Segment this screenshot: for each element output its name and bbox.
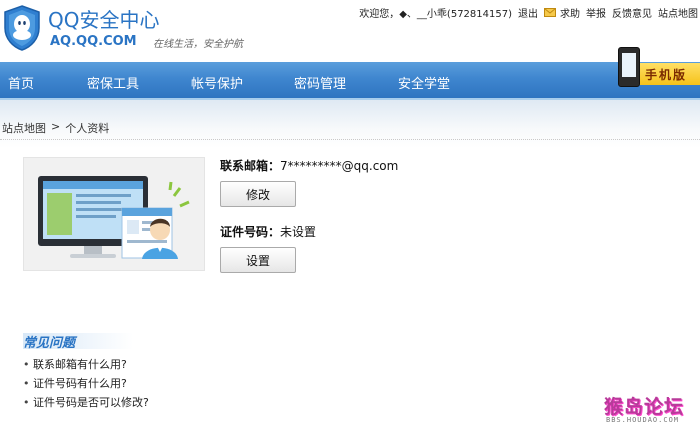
phone-icon — [618, 47, 640, 87]
nav-item-home[interactable]: 首页 — [8, 73, 34, 92]
mobile-version-badge[interactable]: 手机版 — [605, 47, 700, 87]
id-label: 证件号码： — [220, 225, 281, 239]
faq-item-email-usage[interactable]: 联系邮箱有什么用? — [23, 358, 149, 377]
email-field-label: 联系邮箱：7*********@qq.com — [220, 157, 398, 174]
breadcrumb-divider — [0, 139, 700, 140]
user-greeting: 欢迎您，◆、__小乖(572814157) — [359, 8, 512, 20]
site-header: QQ安全中心 AQ.QQ.COM 在线生活，安全护航 欢迎您，◆、__小乖(57… — [0, 0, 700, 62]
profile-illustration — [23, 157, 205, 271]
mail-icon[interactable] — [544, 7, 556, 17]
watermark-text: 猴岛论坛 — [604, 396, 685, 418]
sitemap-link[interactable]: 站点地图 — [658, 5, 698, 20]
watermark-url: BBS.HOUDAO.COM — [606, 416, 680, 424]
feedback-link[interactable]: 反馈意见 — [612, 5, 652, 20]
breadcrumb: 站点地图 > 个人资料 — [2, 120, 114, 136]
site-slogan: 在线生活，安全护航 — [153, 39, 243, 50]
nav-item-account-protection[interactable]: 帐号保护 — [191, 73, 243, 92]
main-nav: 首页 密保工具 帐号保护 密码管理 安全学堂 — [0, 62, 700, 100]
report-link[interactable]: 举报 — [586, 5, 606, 20]
nav-item-password-management[interactable]: 密码管理 — [294, 73, 346, 92]
faq-item-id-usage[interactable]: 证件号码有什么用? — [23, 377, 149, 396]
nav-item-security-tools[interactable]: 密保工具 — [87, 73, 139, 92]
email-value: 7*********@qq.com — [280, 159, 399, 173]
nav-item-security-academy[interactable]: 安全学堂 — [398, 73, 450, 92]
faq-item-id-modifiable[interactable]: 证件号码是否可以修改? — [23, 396, 149, 415]
qq-shield-logo-icon[interactable] — [2, 4, 42, 52]
logout-link[interactable]: 退出 — [518, 5, 538, 20]
breadcrumb-current: 个人资料 — [65, 122, 110, 135]
mobile-version-label: 手机版 — [645, 68, 688, 82]
id-field-label: 证件号码：未设置 — [220, 223, 316, 240]
breadcrumb-separator: > — [51, 120, 61, 133]
top-user-bar: 欢迎您，◆、__小乖(572814157) 退出 求助 举报 反馈意见 站点地图 — [359, 5, 700, 20]
set-id-button[interactable]: 设置 — [220, 247, 296, 273]
faq-title: 常见问题 — [23, 336, 76, 351]
site-title[interactable]: QQ安全中心 — [48, 4, 159, 33]
modify-email-button[interactable]: 修改 — [220, 181, 296, 207]
faq-list: 联系邮箱有什么用? 证件号码有什么用? 证件号码是否可以修改? — [23, 358, 149, 415]
email-label: 联系邮箱： — [220, 159, 281, 173]
site-domain: AQ.QQ.COM — [50, 34, 137, 49]
forum-watermark: 猴岛论坛 BBS.HOUDAO.COM — [604, 392, 696, 428]
help-link[interactable]: 求助 — [560, 5, 580, 20]
breadcrumb-sitemap[interactable]: 站点地图 — [2, 120, 46, 136]
id-value: 未设置 — [280, 225, 317, 239]
